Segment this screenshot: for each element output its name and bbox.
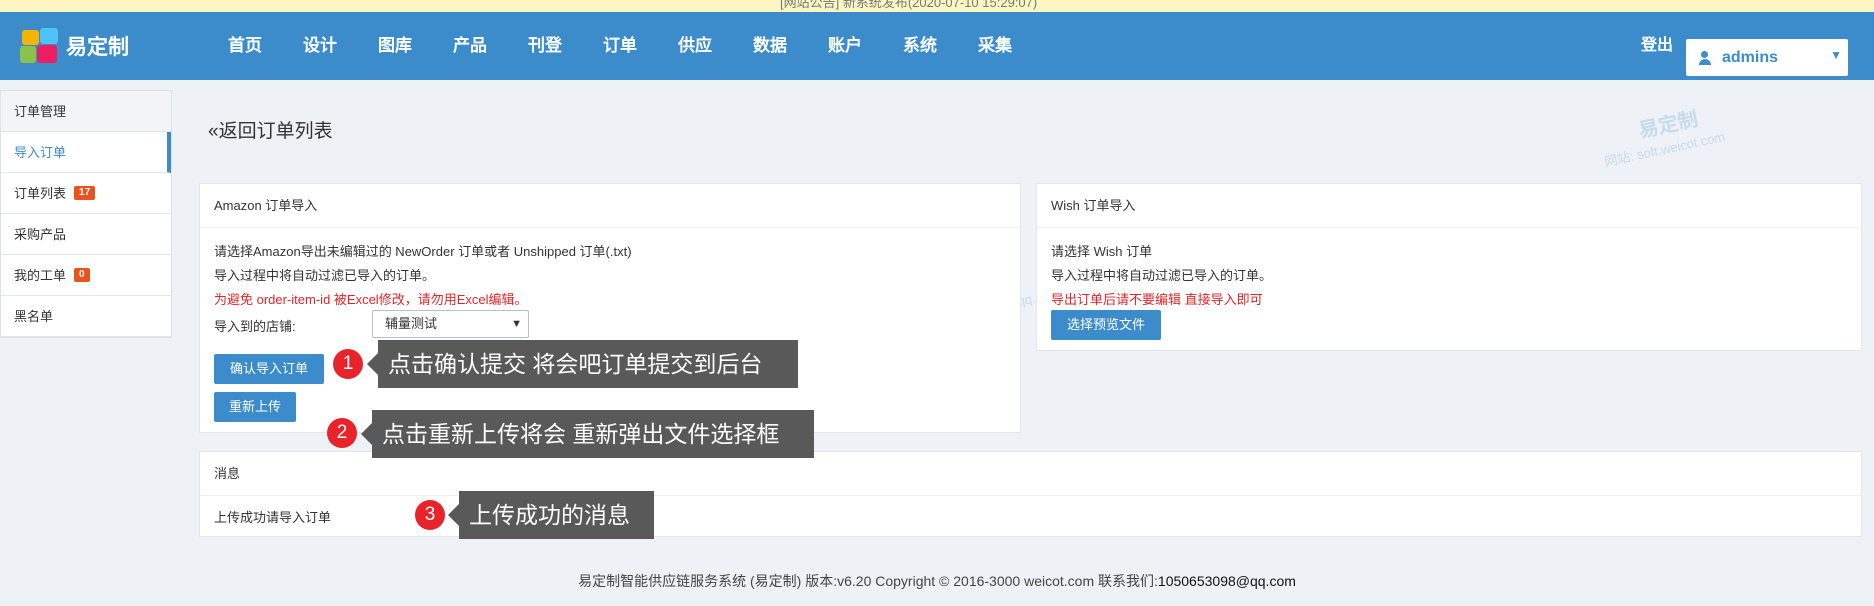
contact-email: 1050653098@qq.com <box>1157 573 1296 589</box>
sidebar-item-purchase-products[interactable]: 采购产品 <box>1 214 171 255</box>
instruction-text: 导入过程中将自动过滤已导入的订单。 <box>214 268 436 283</box>
panel-title: 消息 <box>200 452 1861 496</box>
logo-icon <box>20 28 60 64</box>
announcement-text: [网站公告] 新系统发布(2020-07-10 15:29:07) <box>780 0 1038 10</box>
shop-select-value: 辅量测试 <box>385 316 438 331</box>
wish-import-panel: Wish 订单导入 请选择 Wish 订单 导入过程中将自动过滤已导入的订单。 … <box>1036 183 1862 351</box>
amazon-import-panel: Amazon 订单导入 请选择Amazon导出未编辑过的 NewOrder 订单… <box>199 183 1021 433</box>
warning-text: 为避免 order-item-id 被Excel修改，请勿用Excel编辑。 <box>214 292 528 307</box>
announcement-bar: [网站公告] 新系统发布(2020-07-10 15:29:07) <box>0 0 1874 12</box>
nav-orders[interactable]: 订单 <box>603 12 678 80</box>
nav-products[interactable]: 产品 <box>453 12 528 80</box>
nav-supply[interactable]: 供应 <box>678 12 753 80</box>
warning-text: 导出订单后请不要编辑 直接导入即可 <box>1051 292 1263 307</box>
sidebar-item-my-tickets[interactable]: 我的工单 0 <box>1 255 171 296</box>
footer: 易定制智能供应链服务系统 (易定制) 版本:v6.20 Copyright © … <box>0 571 1874 591</box>
nav-data[interactable]: 数据 <box>753 12 828 80</box>
nav-listing[interactable]: 刊登 <box>528 12 603 80</box>
callout-number: 1 <box>333 349 363 379</box>
watermark: 易定制网站: soft.weicot.com <box>1603 108 1727 170</box>
logo-text: 易定制 <box>66 36 129 59</box>
shop-select[interactable]: 辅量测试 ▼ <box>372 310 529 338</box>
nav-collect[interactable]: 采集 <box>978 12 1053 80</box>
chevron-down-icon: ▼ <box>511 318 522 330</box>
select-preview-file-button[interactable]: 选择预览文件 <box>1051 310 1161 340</box>
message-text: 上传成功请导入订单 <box>214 510 332 525</box>
sidebar-item-label: 订单列表 <box>14 185 67 201</box>
panel-title: Amazon 订单导入 <box>200 184 1020 228</box>
confirm-import-button[interactable]: 确认导入订单 <box>214 354 324 384</box>
callout-tooltip: 点击重新上传将会 重新弹出文件选择框 <box>361 410 814 458</box>
nav-system[interactable]: 系统 <box>903 12 978 80</box>
sidebar-item-label: 黑名单 <box>14 308 54 324</box>
sidebar-item-label: 采购产品 <box>14 226 67 242</box>
top-navbar: 易定制 首页 设计 图库 产品 刊登 订单 供应 数据 账户 系统 采集 登出 … <box>0 12 1874 80</box>
user-icon <box>1698 50 1712 65</box>
logo[interactable]: 易定制 <box>20 28 129 64</box>
chevron-down-icon: ▼ <box>1830 48 1842 62</box>
sidebar-item-label: 我的工单 <box>14 267 67 283</box>
nav-home[interactable]: 首页 <box>228 12 303 80</box>
sidebar-item-label: 导入订单 <box>14 144 67 160</box>
callout-tooltip: 点击确认提交 将会吧订单提交到后台 <box>367 340 798 388</box>
instruction-text: 导入过程中将自动过滤已导入的订单。 <box>1051 268 1273 283</box>
username: admins <box>1722 48 1779 66</box>
shop-label: 导入到的店铺: <box>214 319 296 334</box>
count-badge: 17 <box>74 186 96 200</box>
panel-title: Wish 订单导入 <box>1037 184 1861 228</box>
instruction-text: 请选择Amazon导出未编辑过的 NewOrder 订单或者 Unshipped… <box>214 244 632 259</box>
count-badge: 0 <box>74 268 90 282</box>
sidebar-item-import-orders[interactable]: 导入订单 <box>1 132 171 173</box>
sidebar-item-blacklist[interactable]: 黑名单 <box>1 296 171 337</box>
sidebar: 订单管理 导入订单 订单列表 17 采购产品 我的工单 0 黑名单 <box>0 90 172 338</box>
callout-number: 3 <box>415 500 445 530</box>
nav-account[interactable]: 账户 <box>828 12 903 80</box>
sidebar-item-order-list[interactable]: 订单列表 17 <box>1 173 171 214</box>
main-nav: 首页 设计 图库 产品 刊登 订单 供应 数据 账户 系统 采集 <box>228 12 1053 80</box>
logout-link[interactable]: 登出 <box>1641 12 1673 80</box>
sidebar-heading: 订单管理 <box>1 91 171 132</box>
instruction-text: 请选择 Wish 订单 <box>1051 244 1153 259</box>
user-dropdown[interactable]: admins ▼ <box>1686 39 1848 76</box>
nav-design[interactable]: 设计 <box>303 12 378 80</box>
nav-gallery[interactable]: 图库 <box>378 12 453 80</box>
reupload-button[interactable]: 重新上传 <box>214 392 296 422</box>
callout-tooltip: 上传成功的消息 <box>448 491 654 539</box>
back-to-order-list-link[interactable]: «返回订单列表 <box>208 116 333 143</box>
footer-text: 易定制智能供应链服务系统 (易定制) 版本:v6.20 Copyright © … <box>578 573 1158 589</box>
callout-number: 2 <box>327 418 357 448</box>
